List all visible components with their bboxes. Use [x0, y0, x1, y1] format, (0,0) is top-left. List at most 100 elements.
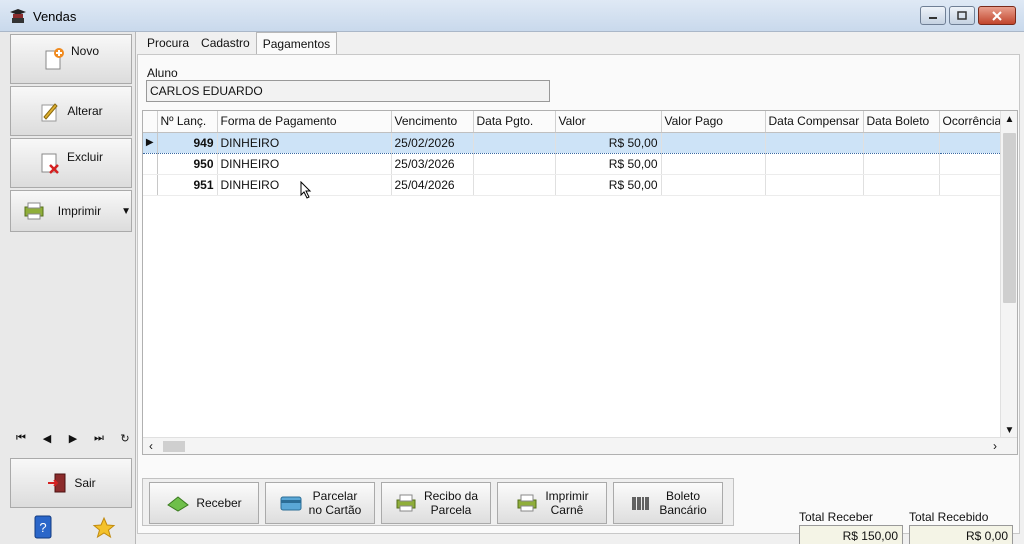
receber-button[interactable]: Receber — [149, 482, 259, 524]
data-boleto-cell[interactable] — [863, 174, 940, 196]
dropdown-arrow-icon: ▼ — [121, 205, 131, 217]
column-header[interactable]: Valor — [555, 111, 662, 133]
app-icon — [10, 9, 26, 23]
vencimento-cell[interactable]: 25/04/2026 — [391, 174, 474, 196]
first-record-icon[interactable]: ⏮ — [14, 432, 28, 445]
table-row[interactable]: 951 DINHEIRO 25/04/2026 R$ 50,00 — [143, 174, 1006, 196]
boleto-bancario-button[interactable]: Boleto Bancário — [613, 482, 723, 524]
column-header[interactable]: Data Pgto. — [473, 111, 556, 133]
help-book-icon[interactable]: ? — [32, 514, 54, 540]
lanc-cell[interactable]: 951 — [157, 174, 218, 196]
svg-text:?: ? — [39, 520, 46, 535]
forma-cell[interactable]: DINHEIRO — [217, 153, 392, 175]
receber-label: Receber — [196, 496, 242, 510]
valor-pago-cell[interactable] — [661, 153, 766, 175]
novo-button[interactable]: Novo — [10, 34, 132, 84]
tab-cadastro[interactable]: Cadastro — [195, 32, 256, 54]
favorite-star-icon[interactable] — [92, 516, 116, 540]
column-header[interactable]: Vencimento — [391, 111, 474, 133]
delete-document-icon — [41, 153, 59, 174]
vencimento-cell[interactable]: 25/02/2026 — [391, 131, 474, 154]
close-button[interactable] — [978, 6, 1016, 25]
scroll-down-icon[interactable]: ▼ — [1001, 425, 1017, 436]
vertical-scrollbar[interactable]: ▲ ▼ — [1000, 111, 1017, 438]
title-bar: Vendas — [0, 0, 1024, 32]
ocorrencia-cell[interactable] — [939, 153, 1006, 175]
scroll-right-icon[interactable]: › — [993, 439, 997, 453]
previous-record-icon[interactable]: ◀ — [40, 432, 54, 445]
column-header[interactable]: Ocorrência — [939, 111, 1006, 133]
lanc-cell[interactable]: 949 — [157, 131, 218, 154]
data-boleto-cell[interactable] — [863, 131, 940, 154]
data-compensar-cell[interactable] — [765, 174, 864, 196]
receipt-printer-icon — [396, 494, 416, 512]
data-boleto-cell[interactable] — [863, 153, 940, 175]
alterar-button[interactable]: Alterar — [10, 86, 132, 136]
refresh-icon[interactable]: ↻ — [118, 432, 132, 445]
carne-line-2: Carnê — [550, 503, 584, 517]
row-indicator — [143, 174, 158, 196]
forma-cell[interactable]: DINHEIRO — [217, 131, 392, 154]
valor-cell[interactable]: R$ 50,00 — [555, 153, 662, 175]
record-navigator: ⏮ ◀ ▶ ⏭ ↻ — [14, 432, 132, 445]
maximize-button[interactable] — [949, 6, 975, 25]
vertical-scroll-thumb[interactable] — [1003, 133, 1016, 303]
ocorrencia-cell[interactable] — [939, 131, 1006, 154]
data-pgto-cell[interactable] — [473, 153, 556, 175]
excluir-button[interactable]: Excluir — [10, 138, 132, 188]
vencimento-cell[interactable]: 25/03/2026 — [391, 153, 474, 175]
last-record-icon[interactable]: ⏭ — [92, 432, 106, 445]
parcelar-label: Parcelar no Cartão — [309, 489, 362, 517]
indicator-header — [143, 111, 158, 133]
column-header[interactable]: Forma de Pagamento — [217, 111, 392, 133]
table-row[interactable]: ▶ 949 DINHEIRO 25/02/2026 R$ 50,00 — [143, 131, 1006, 154]
valor-cell[interactable]: R$ 50,00 — [555, 174, 662, 196]
data-compensar-cell[interactable] — [765, 153, 864, 175]
tab-pagamentos[interactable]: Pagamentos — [255, 32, 338, 54]
alterar-label: Alterar — [67, 104, 103, 118]
data-pgto-cell[interactable] — [473, 174, 556, 196]
valor-pago-cell[interactable] — [661, 174, 766, 196]
column-header[interactable]: Nº Lanç. — [157, 111, 218, 133]
minimize-button[interactable] — [920, 6, 946, 25]
data-pgto-cell[interactable] — [473, 131, 556, 154]
aluno-field[interactable]: CARLOS EDUARDO — [146, 80, 550, 102]
recibo-line-2: Parcela — [430, 503, 472, 517]
scroll-up-icon[interactable]: ▲ — [1001, 114, 1017, 125]
pagamentos-panel: Aluno CARLOS EDUARDO Nº Lanç. Forma de P… — [137, 54, 1020, 534]
column-header[interactable]: Valor Pago — [661, 111, 766, 133]
parcelar-cartao-button[interactable]: Parcelar no Cartão — [265, 482, 375, 524]
tab-strip: Procura Cadastro Pagamentos — [141, 32, 338, 54]
aluno-label: Aluno — [147, 66, 178, 80]
data-compensar-cell[interactable] — [765, 131, 864, 154]
lanc-cell[interactable]: 950 — [157, 153, 218, 175]
table-row[interactable]: 950 DINHEIRO 25/03/2026 R$ 50,00 — [143, 153, 1006, 175]
tab-procura[interactable]: Procura — [141, 32, 195, 54]
sidebar: Novo Alterar Excluir Imprimir ▼ ⏮ ◀ ▶ ⏭ … — [0, 32, 136, 544]
total-receber-label: Total Receber — [799, 510, 874, 524]
printer-icon — [517, 494, 537, 512]
credit-card-icon — [280, 496, 302, 511]
scroll-left-icon[interactable]: ‹ — [149, 439, 153, 453]
recibo-parcela-button[interactable]: Recibo da Parcela — [381, 482, 491, 524]
total-recebido-label: Total Recebido — [909, 510, 989, 524]
ocorrencia-cell[interactable] — [939, 174, 1006, 196]
carne-line-1: Imprimir — [545, 489, 589, 503]
maximize-icon — [957, 11, 967, 20]
barcode-icon — [632, 497, 650, 510]
valor-pago-cell[interactable] — [661, 131, 766, 154]
imprimir-button[interactable]: Imprimir ▼ — [10, 190, 132, 232]
excluir-label: Excluir — [66, 150, 103, 164]
carne-label: Imprimir Carnê — [545, 489, 588, 517]
valor-cell[interactable]: R$ 50,00 — [555, 131, 662, 154]
recibo-label: Recibo da Parcela — [424, 489, 478, 517]
imprimir-carne-button[interactable]: Imprimir Carnê — [497, 482, 607, 524]
horizontal-scroll-thumb[interactable] — [163, 441, 185, 452]
main-content: Procura Cadastro Pagamentos Aluno CARLOS… — [137, 32, 1024, 544]
next-record-icon[interactable]: ▶ — [66, 432, 80, 445]
column-header[interactable]: Data Boleto — [863, 111, 940, 133]
column-header[interactable]: Data Compensar — [765, 111, 864, 133]
exit-door-icon — [48, 473, 66, 493]
horizontal-scrollbar[interactable]: ‹ › — [143, 437, 1017, 454]
sair-button[interactable]: Sair — [10, 458, 132, 508]
